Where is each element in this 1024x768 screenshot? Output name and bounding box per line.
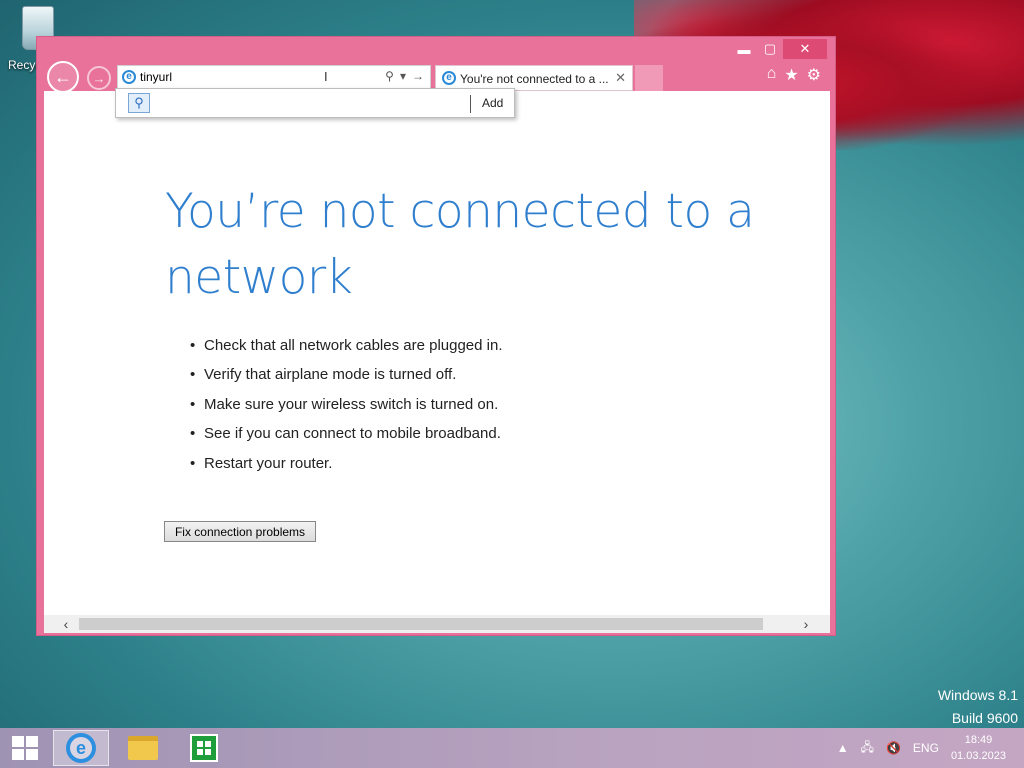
forward-button[interactable]: → <box>87 66 111 90</box>
taskbar-store[interactable] <box>176 730 232 766</box>
clock-date: 01.03.2023 <box>950 750 1006 762</box>
tab-title: You're not connected to a ... <box>460 72 609 86</box>
arrow-right-icon: → <box>92 70 106 86</box>
home-icon[interactable]: ⌂ <box>767 65 777 85</box>
internet-explorer-window: ▬ ▢ ✕ ← → e I ⚲ ▾ → e You're not connect… <box>36 36 836 636</box>
language-indicator[interactable]: ENG <box>913 741 939 755</box>
page-content: You’re not connected to a network Check … <box>44 91 830 615</box>
list-item: Verify that airplane mode is turned off. <box>190 366 503 395</box>
favorites-icon[interactable]: ★ <box>784 65 798 85</box>
list-item: Make sure your wireless switch is turned… <box>190 396 503 425</box>
search-icon[interactable]: ⚲ <box>385 69 394 83</box>
watermark-line2: Build 9600 <box>951 710 1018 726</box>
add-search-provider-link[interactable]: Add <box>482 96 503 110</box>
scroll-right-icon[interactable]: › <box>796 615 816 633</box>
taskbar-internet-explorer[interactable]: e <box>53 730 109 766</box>
address-input[interactable] <box>140 68 340 86</box>
taskbar-file-explorer[interactable] <box>115 730 171 766</box>
go-arrow-icon[interactable]: → <box>412 69 424 83</box>
start-button[interactable] <box>12 736 38 760</box>
dropdown-arrow-icon[interactable]: ▾ <box>400 69 406 83</box>
ie-tab-icon: e <box>442 71 456 85</box>
scrollbar-thumb[interactable] <box>79 618 763 630</box>
store-icon <box>190 734 218 762</box>
horizontal-scrollbar[interactable]: ‹ › <box>44 615 830 633</box>
volume-muted-icon[interactable]: 🔇 <box>886 741 901 755</box>
divider <box>470 95 471 113</box>
taskbar: e ▲ 🖧 🔇 ENG 18:49 01.03.2023 <box>0 728 1024 768</box>
text-cursor-icon: I <box>324 69 328 84</box>
minimize-button[interactable]: ▬ <box>731 39 757 59</box>
network-disconnected-icon[interactable]: 🖧 <box>861 738 874 759</box>
back-button[interactable]: ← <box>47 61 79 93</box>
show-hidden-icons-icon[interactable]: ▲ <box>837 741 849 755</box>
ie-icon: e <box>66 733 96 763</box>
search-provider-icon[interactable]: ⚲ <box>128 93 150 113</box>
address-suggestions-dropdown: ⚲ Add <box>115 88 515 118</box>
list-item: Check that all network cables are plugge… <box>190 337 503 366</box>
fix-connection-button[interactable]: Fix connection problems <box>164 521 316 542</box>
folder-icon <box>128 736 158 760</box>
arrow-left-icon: ← <box>54 66 72 87</box>
system-tray: ▲ 🖧 🔇 ENG 18:49 01.03.2023 <box>837 728 1024 768</box>
clock[interactable]: 18:49 01.03.2023 <box>951 732 1006 764</box>
address-bar[interactable]: e I ⚲ ▾ → <box>117 65 431 89</box>
ie-page-icon: e <box>122 70 136 84</box>
list-item: See if you can connect to mobile broadba… <box>190 425 503 454</box>
windows-build-watermark: Windows 8.1 Build 9600 <box>938 684 1018 730</box>
close-button[interactable]: ✕ <box>783 39 827 59</box>
list-item: Restart your router. <box>190 455 503 484</box>
new-tab-button[interactable] <box>635 65 663 91</box>
maximize-button[interactable]: ▢ <box>757 39 783 59</box>
browser-toolbar: ⌂ ★ ⚙ <box>767 65 821 85</box>
page-title: You’re not connected to a network <box>165 179 765 311</box>
settings-icon[interactable]: ⚙ <box>807 65 821 85</box>
troubleshooting-list: Check that all network cables are plugge… <box>190 337 503 484</box>
watermark-line1: Windows 8.1 <box>937 687 1018 703</box>
address-tools: ⚲ ▾ → <box>385 69 424 83</box>
scroll-left-icon[interactable]: ‹ <box>56 615 76 633</box>
clock-time: 18:49 <box>964 734 993 746</box>
window-controls: ▬ ▢ ✕ <box>731 39 827 59</box>
page-title-line1: You’re not connected to a <box>165 184 755 239</box>
page-title-line2: network <box>165 250 353 305</box>
tab-close-icon[interactable]: ✕ <box>615 70 626 86</box>
